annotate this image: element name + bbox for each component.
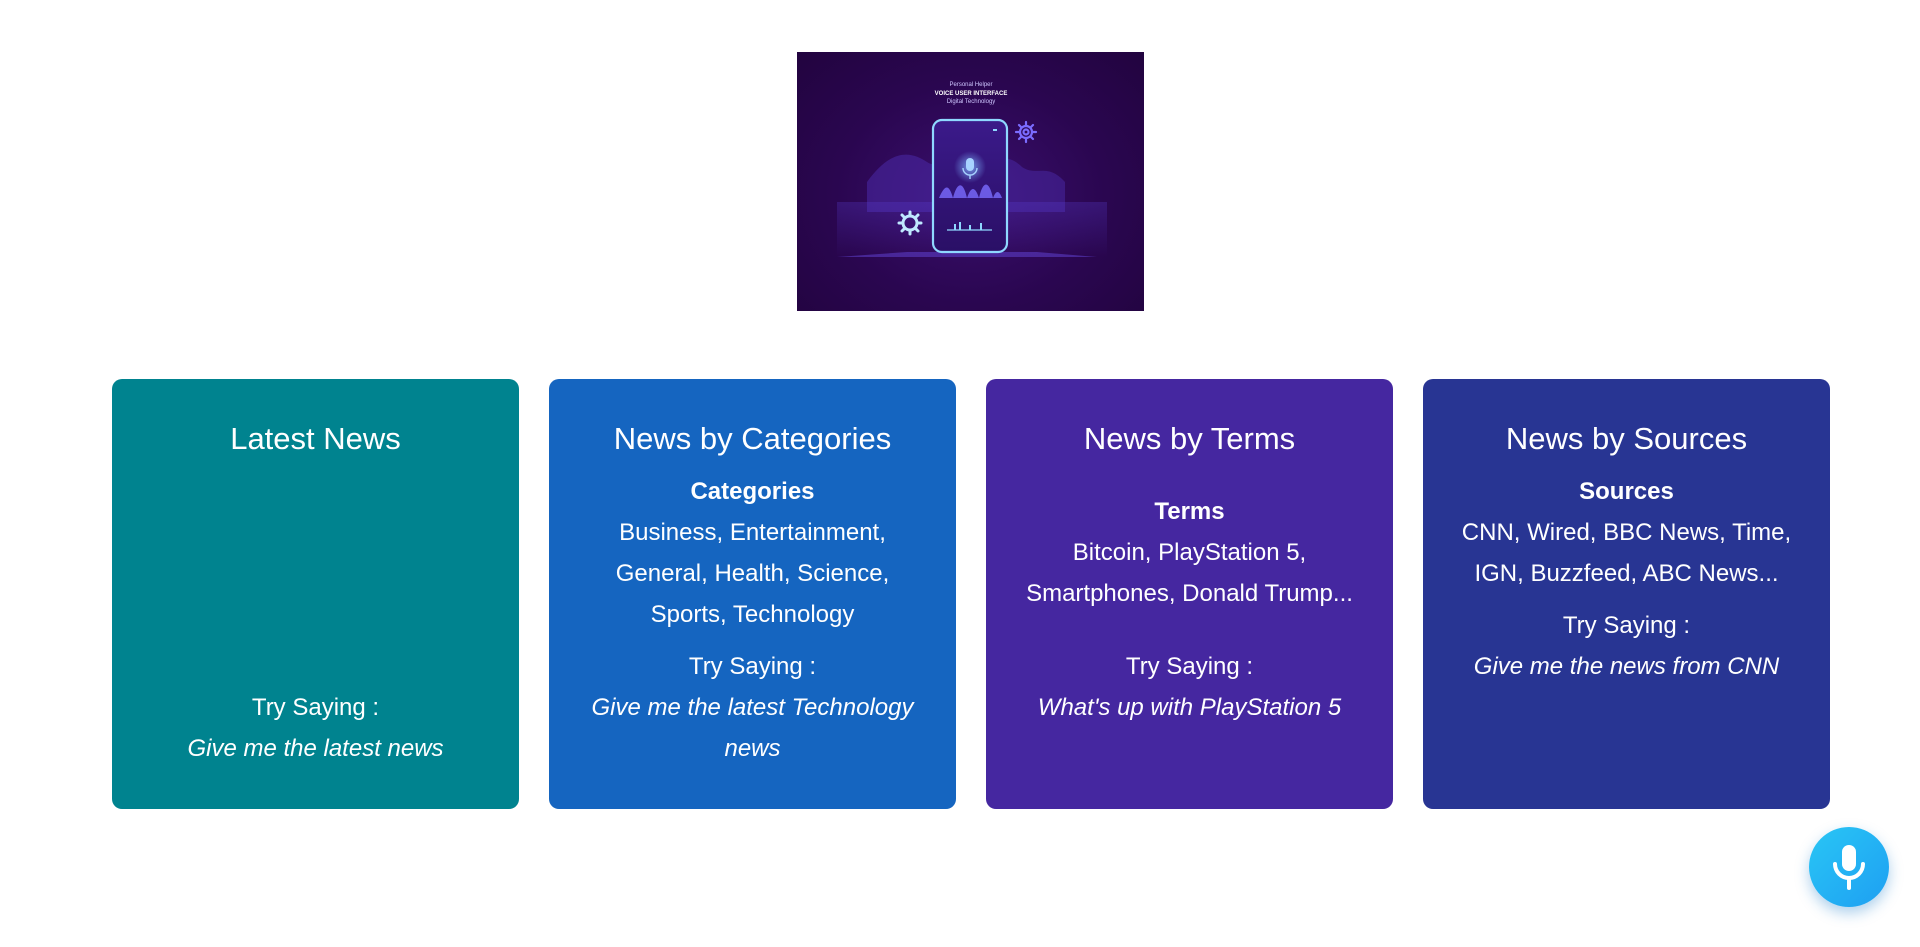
try-saying-label: Try Saying : — [688, 653, 817, 680]
card-subhead: Categories — [690, 478, 815, 505]
card-title: News by Sources — [1505, 421, 1748, 456]
hero-caption-line1: Personal Helper — [949, 82, 992, 88]
try-saying-example: What's up with PlayStation 5 — [1037, 694, 1342, 721]
hero-illustration: Personal Helper VOICE USER INTERFACE Dig… — [797, 52, 1144, 311]
card-row: Latest News Try Saying : Give me the lat… — [112, 379, 1830, 809]
try-saying-example: Give me the news from CNN — [1473, 653, 1780, 680]
card-list: Bitcoin, PlayStation 5, Smartphones, Don… — [1026, 539, 1353, 607]
card-body — [306, 459, 326, 687]
hero-caption-line3: Digital Technology — [947, 99, 996, 105]
try-saying-block: Try Saying : What's up with PlayStation … — [1038, 646, 1341, 728]
card-news-by-terms: News by Terms Terms Bitcoin, PlayStation… — [986, 379, 1393, 809]
try-saying-block: Try Saying : Give me the news from CNN — [1474, 605, 1779, 687]
card-news-by-sources: News by Sources Sources CNN, Wired, BBC … — [1423, 379, 1830, 809]
try-saying-block: Try Saying : Give me the latest Technolo… — [577, 646, 928, 769]
hero-caption-line2: VOICE USER INTERFACE — [935, 91, 1008, 97]
gear-icon — [1014, 120, 1038, 144]
try-saying-example: Give me the latest news — [187, 735, 444, 762]
microphone-icon — [1833, 845, 1865, 890]
try-saying-label: Try Saying : — [251, 694, 380, 721]
card-body: Sources CNN, Wired, BBC News, Time, IGN,… — [1451, 471, 1802, 594]
try-saying-label: Try Saying : — [1125, 653, 1254, 680]
try-saying-block: Try Saying : Give me the latest news — [187, 687, 443, 769]
page: Personal Helper VOICE USER INTERFACE Dig… — [0, 0, 1920, 947]
card-subhead: Sources — [1579, 478, 1674, 505]
card-body: Terms Bitcoin, PlayStation 5, Smartphone… — [1014, 491, 1365, 614]
try-saying-example: Give me the latest Technology news — [591, 694, 914, 762]
card-latest-news: Latest News Try Saying : Give me the lat… — [112, 379, 519, 809]
voice-assistant-illustration: Personal Helper VOICE USER INTERFACE Dig… — [837, 82, 1107, 257]
card-subhead: Terms — [1154, 498, 1225, 525]
voice-assistant-mic-button[interactable] — [1809, 827, 1889, 907]
card-title: News by Categories — [613, 421, 892, 456]
card-news-by-categories: News by Categories Categories Business, … — [549, 379, 956, 809]
card-title: News by Terms — [1083, 421, 1296, 456]
card-list: CNN, Wired, BBC News, Time, IGN, Buzzfee… — [1461, 519, 1792, 587]
card-list: Business, Entertainment, General, Health… — [615, 519, 890, 628]
card-body: Categories Business, Entertainment, Gene… — [577, 471, 928, 635]
try-saying-label: Try Saying : — [1562, 612, 1691, 639]
card-title: Latest News — [230, 421, 401, 456]
